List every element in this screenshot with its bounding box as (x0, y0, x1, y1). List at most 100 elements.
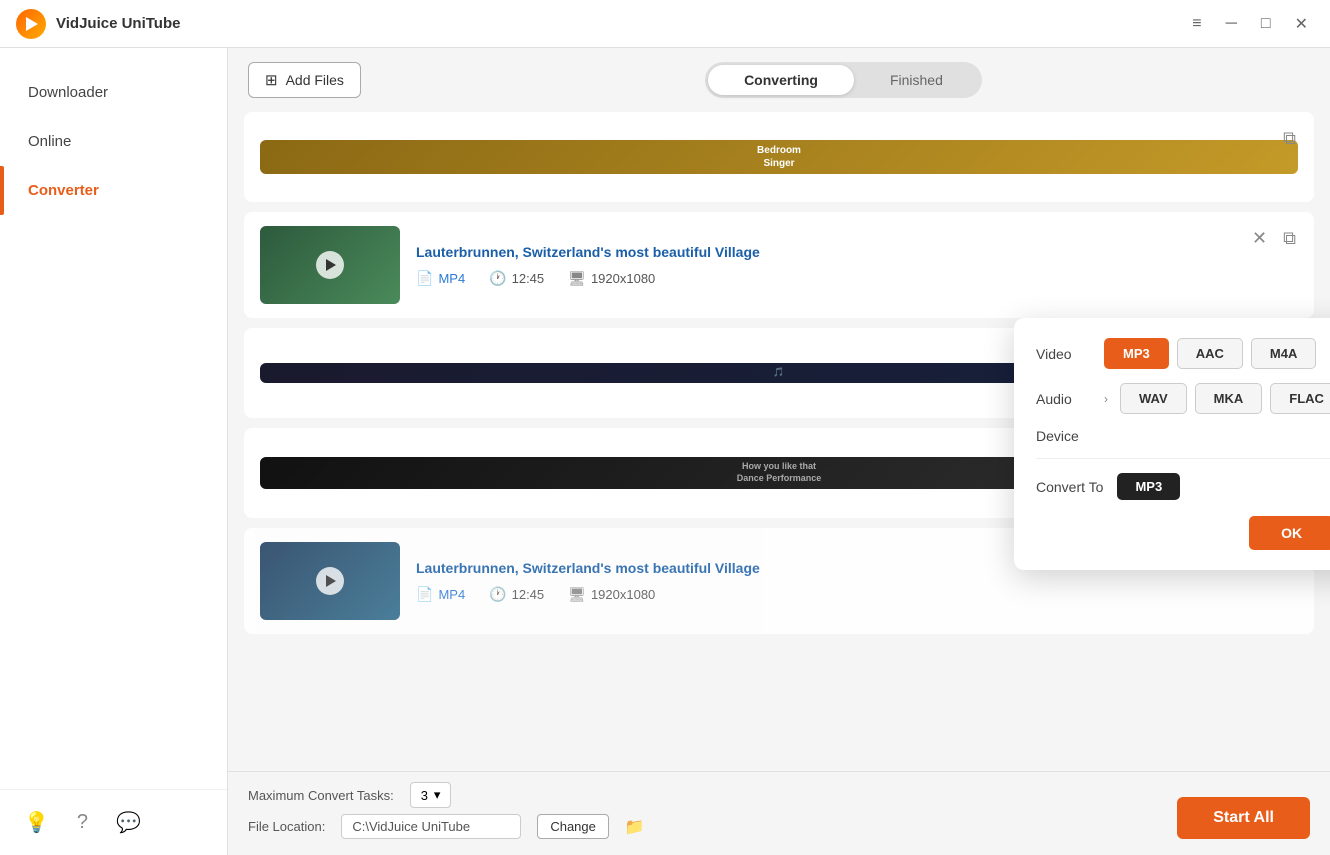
play-triangle-icon (326, 259, 336, 271)
file-location-label: File Location: (248, 819, 325, 834)
tab-converting[interactable]: Converting (708, 65, 854, 95)
format-btn-flac[interactable]: FLAC (1270, 383, 1330, 414)
minimize-button[interactable]: ─ (1220, 11, 1243, 37)
bottom-bar: Maximum Convert Tasks: 3 ▾ File Location… (228, 771, 1330, 855)
max-tasks-label: Maximum Convert Tasks: (248, 788, 394, 803)
duration-value: 12:45 (512, 587, 545, 602)
file-meta: 📄 MP4 🕐 12:45 🖥 1920x1080 (416, 586, 1298, 603)
audio-arrow-icon: › (1104, 392, 1108, 406)
close-file-button[interactable]: ✕ (1248, 224, 1271, 253)
convert-to-value: MP3 (1117, 473, 1180, 500)
convert-to-row: Convert To MP3 (1036, 473, 1330, 500)
bottom-row-tasks: Maximum Convert Tasks: 3 ▾ (248, 782, 1310, 808)
meta-format: 📄 MP4 (416, 270, 465, 287)
popup-device-row: Device (1036, 428, 1330, 444)
task-count-select[interactable]: 3 ▾ (410, 782, 452, 808)
monitor-icon: 🖥 (568, 586, 586, 603)
format-btn-mp3[interactable]: MP3 (1104, 338, 1169, 369)
thumb-text: 🎵 (769, 363, 788, 383)
convert-format-button[interactable]: ⧉ (1279, 124, 1300, 153)
file-title: Lauterbrunnen, Switzerland's most beauti… (416, 244, 1298, 260)
file-actions: ⧉ (1279, 124, 1300, 153)
play-circle (316, 251, 344, 279)
file-info: Lauterbrunnen, Switzerland's most beauti… (416, 244, 1298, 287)
format-icon: 📄 (416, 270, 433, 287)
chat-icon-button[interactable]: 💬 (112, 806, 145, 839)
help-icon-button[interactable]: ? (73, 806, 92, 839)
play-overlay (260, 542, 400, 620)
resolution-value: 1920x1080 (591, 271, 655, 286)
format-btn-wav[interactable]: WAV (1120, 383, 1187, 414)
sidebar: Downloader Online Converter 💡 ? 💬 (0, 48, 228, 855)
maximize-button[interactable]: □ (1255, 11, 1277, 37)
close-button[interactable]: ✕ (1289, 10, 1314, 38)
popup-divider (1036, 458, 1330, 459)
popup-actions: OK Cancel (1036, 516, 1330, 550)
add-files-label: Add Files (286, 72, 344, 88)
thumb-text: How you like thatDance Performance (733, 457, 826, 488)
ok-button[interactable]: OK (1249, 516, 1330, 550)
sidebar-item-label: Converter (28, 182, 99, 199)
sidebar-item-online[interactable]: Online (0, 117, 227, 166)
add-files-icon: ⊞ (265, 71, 278, 89)
open-folder-icon-button[interactable]: 📁 (625, 817, 645, 837)
format-btn-m4a[interactable]: M4A (1251, 338, 1316, 369)
monitor-icon: 🖥 (568, 270, 586, 287)
format-value: MP4 (438, 271, 465, 286)
audio-category-label: Audio (1036, 391, 1092, 407)
play-circle (316, 567, 344, 595)
sidebar-item-label: Downloader (28, 84, 108, 101)
file-thumbnail (260, 542, 400, 620)
change-location-button[interactable]: Change (537, 814, 609, 839)
list-item: BedroomSinger J.Fla - Bedroom Singer (Of… (244, 112, 1314, 202)
file-thumbnail (260, 226, 400, 304)
video-format-buttons: MP3 AAC M4A (1104, 338, 1316, 369)
format-btn-mka[interactable]: MKA (1195, 383, 1263, 414)
add-files-button[interactable]: ⊞ Add Files (248, 62, 361, 98)
device-category-label: Device (1036, 428, 1092, 444)
dropdown-arrow-icon: ▾ (434, 787, 441, 803)
convert-format-button[interactable]: ⧉ (1279, 224, 1300, 253)
popup-video-row: Video MP3 AAC M4A (1036, 338, 1330, 369)
file-location-input[interactable] (341, 814, 521, 839)
audio-format-buttons: WAV MKA FLAC (1120, 383, 1330, 414)
format-icon: 📄 (416, 586, 433, 603)
resolution-value: 1920x1080 (591, 587, 655, 602)
file-meta: 📄 MP4 🕐 12:45 🖥 1920x1080 (416, 270, 1298, 287)
duration-value: 12:45 (512, 271, 545, 286)
play-triangle-icon (326, 575, 336, 587)
file-thumbnail: BedroomSinger (260, 140, 1298, 174)
meta-duration: 🕐 12:45 (489, 586, 544, 603)
menu-button[interactable]: ≡ (1186, 11, 1207, 37)
meta-resolution: 🖥 1920x1080 (568, 270, 655, 287)
task-count-value: 3 (421, 788, 428, 803)
clock-icon: 🕐 (489, 586, 506, 603)
sidebar-bottom: 💡 ? 💬 (0, 789, 227, 855)
toggle-tabs: Converting Finished (705, 62, 982, 98)
format-value: MP4 (438, 587, 465, 602)
start-all-button[interactable]: Start All (1177, 797, 1310, 839)
thumb-bg (260, 226, 400, 304)
bulb-icon-button[interactable]: 💡 (20, 806, 53, 839)
main-layout: Downloader Online Converter 💡 ? 💬 ⊞ Add … (0, 48, 1330, 855)
sidebar-item-downloader[interactable]: Downloader (0, 68, 227, 117)
bottom-row-location: File Location: Change 📁 (248, 814, 1310, 839)
sidebar-nav: Downloader Online Converter (0, 48, 227, 789)
sidebar-item-label: Online (28, 133, 71, 150)
app-logo-icon (26, 17, 38, 31)
format-popup: ✕ Video MP3 AAC M4A Audio › WAV MKA FLAC (1014, 318, 1330, 570)
app-logo (16, 9, 46, 39)
play-overlay (260, 226, 400, 304)
tab-finished[interactable]: Finished (854, 65, 979, 95)
content-area: ⊞ Add Files Converting Finished BedroomS… (228, 48, 1330, 855)
format-btn-aac[interactable]: AAC (1177, 338, 1243, 369)
titlebar: VidJuice UniTube ≡ ─ □ ✕ (0, 0, 1330, 48)
popup-audio-row: Audio › WAV MKA FLAC (1036, 383, 1330, 414)
video-category-label: Video (1036, 346, 1092, 362)
meta-resolution: 🖥 1920x1080 (568, 586, 655, 603)
meta-duration: 🕐 12:45 (489, 270, 544, 287)
app-title: VidJuice UniTube (56, 15, 1186, 32)
sidebar-item-converter[interactable]: Converter (0, 166, 227, 215)
clock-icon: 🕐 (489, 270, 506, 287)
list-item: Lauterbrunnen, Switzerland's most beauti… (244, 212, 1314, 318)
